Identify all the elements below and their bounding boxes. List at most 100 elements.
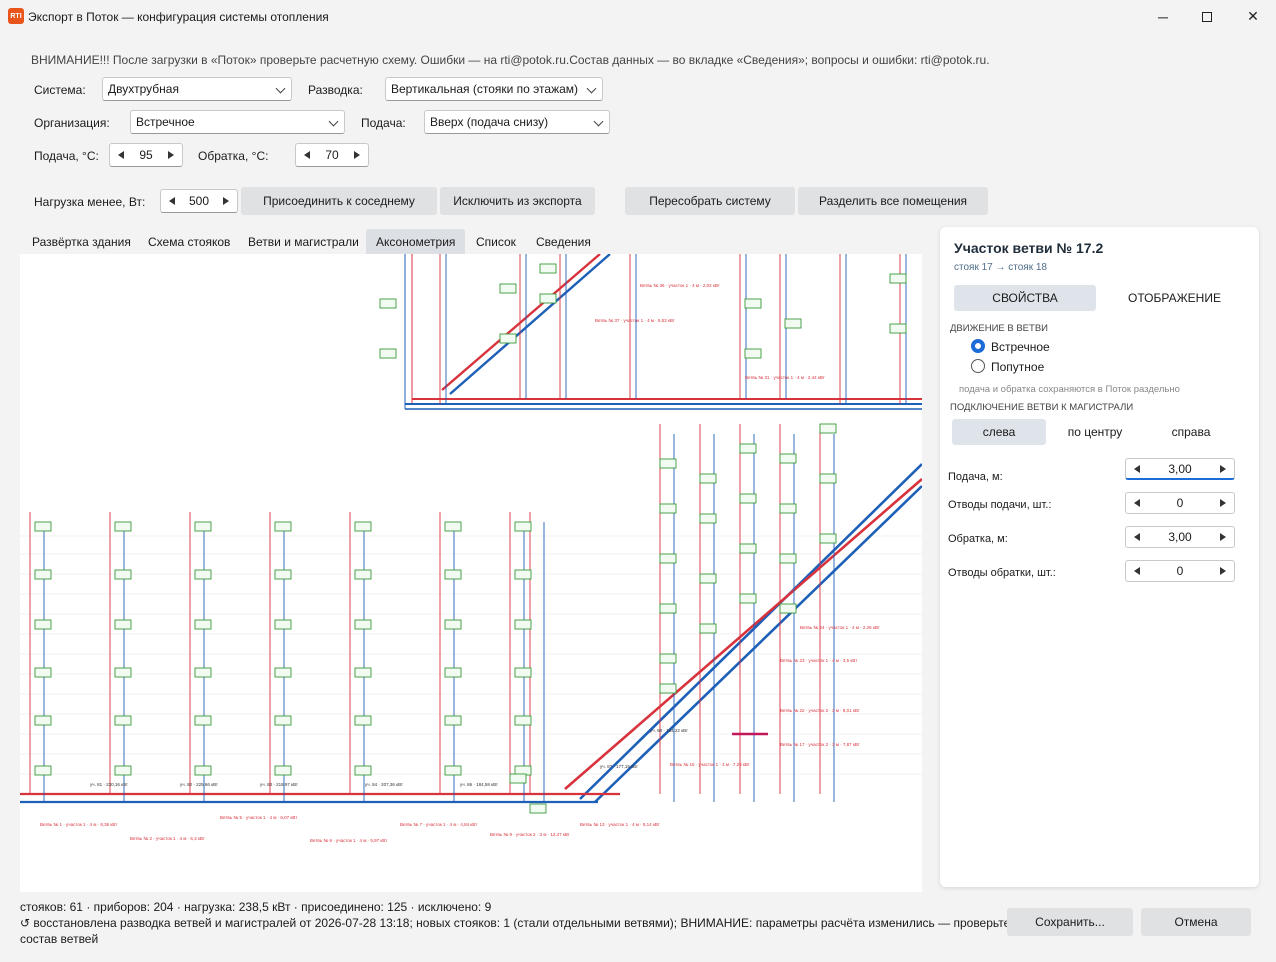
- decrement-icon[interactable]: [169, 197, 175, 205]
- organization-select[interactable]: Встречное: [130, 110, 345, 134]
- section-label: уч. 86 · 184,58 кВт: [460, 782, 498, 787]
- decrement-icon[interactable]: [1134, 465, 1140, 473]
- attach-button[interactable]: Присоединить к соседнему: [241, 187, 437, 215]
- tab-info[interactable]: Сведения: [526, 229, 601, 254]
- supply-length-stepper[interactable]: 3,00: [1125, 458, 1235, 480]
- increment-icon[interactable]: [223, 197, 229, 205]
- radio-counter[interactable]: [971, 339, 985, 353]
- radiator-device: [889, 323, 907, 334]
- increment-icon[interactable]: [1220, 465, 1226, 473]
- supply-diagonal: [441, 254, 601, 391]
- chevron-down-icon: [275, 83, 286, 94]
- return-length-stepper[interactable]: 3,00: [1125, 526, 1235, 548]
- tab-building[interactable]: Развёртка здания: [22, 229, 141, 254]
- radiator-device: [194, 667, 212, 678]
- increment-icon[interactable]: [1220, 499, 1226, 507]
- branch-label: Ветвь № 5 · участок 1 · 4 м · 6,07 кВт: [220, 815, 297, 820]
- tab-axonometry[interactable]: Аксонометрия: [366, 229, 466, 254]
- rebuild-button[interactable]: Пересобрать систему: [625, 187, 795, 215]
- load-value[interactable]: 500: [181, 190, 217, 212]
- radiator-device: [444, 521, 462, 532]
- decrement-icon[interactable]: [1134, 499, 1140, 507]
- radiator-device: [699, 573, 717, 584]
- radiator-device: [514, 619, 532, 630]
- wiring-select[interactable]: Вертикальная (стояки по этажам): [385, 77, 603, 101]
- warning-message: ВНИМАНИЕ!!! После загрузки в «Поток» про…: [31, 53, 990, 67]
- maximize-icon[interactable]: [1184, 0, 1230, 33]
- conn-center-button[interactable]: по центру: [1048, 419, 1142, 445]
- increment-icon[interactable]: [1220, 567, 1226, 575]
- branch-label: Ветвь № 9 · участок 2 · 3 м · 12,47 кВт: [490, 832, 570, 837]
- branch-label: Ветвь № 23 · участок 1 · 4 м · 3,5 кВт: [780, 658, 857, 663]
- supply-taps-value[interactable]: 0: [1146, 493, 1214, 513]
- organization-label: Организация:: [34, 116, 110, 130]
- load-stepper[interactable]: 500: [160, 189, 238, 213]
- decrement-icon[interactable]: [118, 151, 124, 159]
- feed-select[interactable]: Вверх (подача снизу): [424, 110, 610, 134]
- split-rooms-button[interactable]: Разделить все помещения: [798, 187, 988, 215]
- radiator-device: [819, 533, 837, 544]
- chevron-down-icon: [586, 83, 597, 94]
- radio-counter-label[interactable]: Встречное: [991, 340, 1050, 354]
- supply-temp-stepper[interactable]: 95: [109, 143, 183, 167]
- cancel-button[interactable]: Отмена: [1141, 908, 1251, 936]
- decrement-icon[interactable]: [1134, 533, 1140, 541]
- radio-passing-label[interactable]: Попутное: [991, 360, 1044, 374]
- radiator-device: [354, 569, 372, 580]
- conn-left-button[interactable]: слева: [952, 419, 1046, 445]
- radiator-device: [659, 458, 677, 469]
- radiator-device: [194, 715, 212, 726]
- save-button[interactable]: Сохранить...: [1007, 908, 1133, 936]
- supply-taps-stepper[interactable]: 0: [1125, 492, 1235, 514]
- increment-icon[interactable]: [168, 151, 174, 159]
- wiring-value: Вертикальная (стояки по этажам): [391, 82, 579, 96]
- organization-value: Встречное: [136, 115, 195, 129]
- tab-risers[interactable]: Схема стояков: [138, 229, 240, 254]
- return-temp-stepper[interactable]: 70: [295, 143, 369, 167]
- tab-display[interactable]: ОТОБРАЖЕНИЕ: [1102, 285, 1247, 311]
- tab-branches[interactable]: Ветви и магистрали: [238, 229, 369, 254]
- radiator-device: [779, 503, 797, 514]
- radiator-device: [274, 569, 292, 580]
- axonometry-canvas[interactable]: Ветвь № 1 · участок 1 · 4 м · 8,36 кВт Ве…: [20, 254, 922, 892]
- radiator-device: [379, 298, 397, 309]
- minimize-icon[interactable]: ─: [1140, 0, 1186, 33]
- radiator-device: [114, 619, 132, 630]
- branch-label: Ветвь № 31 · участок 1 · 4 м · 2,44 кВт: [745, 375, 825, 380]
- radiator-device: [779, 603, 797, 614]
- radiator-device: [444, 619, 462, 630]
- supply-temp-value[interactable]: 95: [130, 144, 162, 166]
- radiator-device: [354, 619, 372, 630]
- wiring-label: Разводка:: [308, 83, 363, 97]
- supply-length-label: Подача, м:: [948, 471, 1003, 483]
- return-diagonal: [594, 485, 922, 803]
- increment-icon[interactable]: [1220, 533, 1226, 541]
- radiator-device: [274, 765, 292, 776]
- return-temp-value[interactable]: 70: [316, 144, 348, 166]
- decrement-icon[interactable]: [304, 151, 310, 159]
- return-taps-value[interactable]: 0: [1146, 561, 1214, 581]
- close-icon[interactable]: ✕: [1230, 0, 1276, 33]
- radiator-device: [114, 765, 132, 776]
- return-length-value[interactable]: 3,00: [1146, 527, 1214, 547]
- radiator-device: [784, 318, 802, 329]
- supply-length-value[interactable]: 3,00: [1146, 459, 1214, 479]
- conn-right-button[interactable]: справа: [1144, 419, 1238, 445]
- system-select[interactable]: Двухтрубная: [102, 77, 292, 101]
- radiator-device: [194, 765, 212, 776]
- radio-passing[interactable]: [971, 359, 985, 373]
- radiator-device: [444, 715, 462, 726]
- return-temp-label: Обратка, °С:: [198, 149, 269, 163]
- radiator-device: [779, 553, 797, 564]
- decrement-icon[interactable]: [1134, 567, 1140, 575]
- tab-properties[interactable]: СВОЙСТВА: [954, 285, 1096, 311]
- increment-icon[interactable]: [354, 151, 360, 159]
- radiator-device: [739, 543, 757, 554]
- tab-list[interactable]: Список: [466, 229, 526, 254]
- return-taps-stepper[interactable]: 0: [1125, 560, 1235, 582]
- exclude-button[interactable]: Исключить из экспорта: [440, 187, 595, 215]
- radiator-device: [514, 521, 532, 532]
- axonometry-diagram[interactable]: Ветвь № 1 · участок 1 · 4 м · 8,36 кВт Ве…: [20, 254, 922, 892]
- branch-label: Ветвь № 7 · участок 1 · 4 м · 4,84 кВт: [400, 822, 477, 827]
- radiator-device: [34, 765, 52, 776]
